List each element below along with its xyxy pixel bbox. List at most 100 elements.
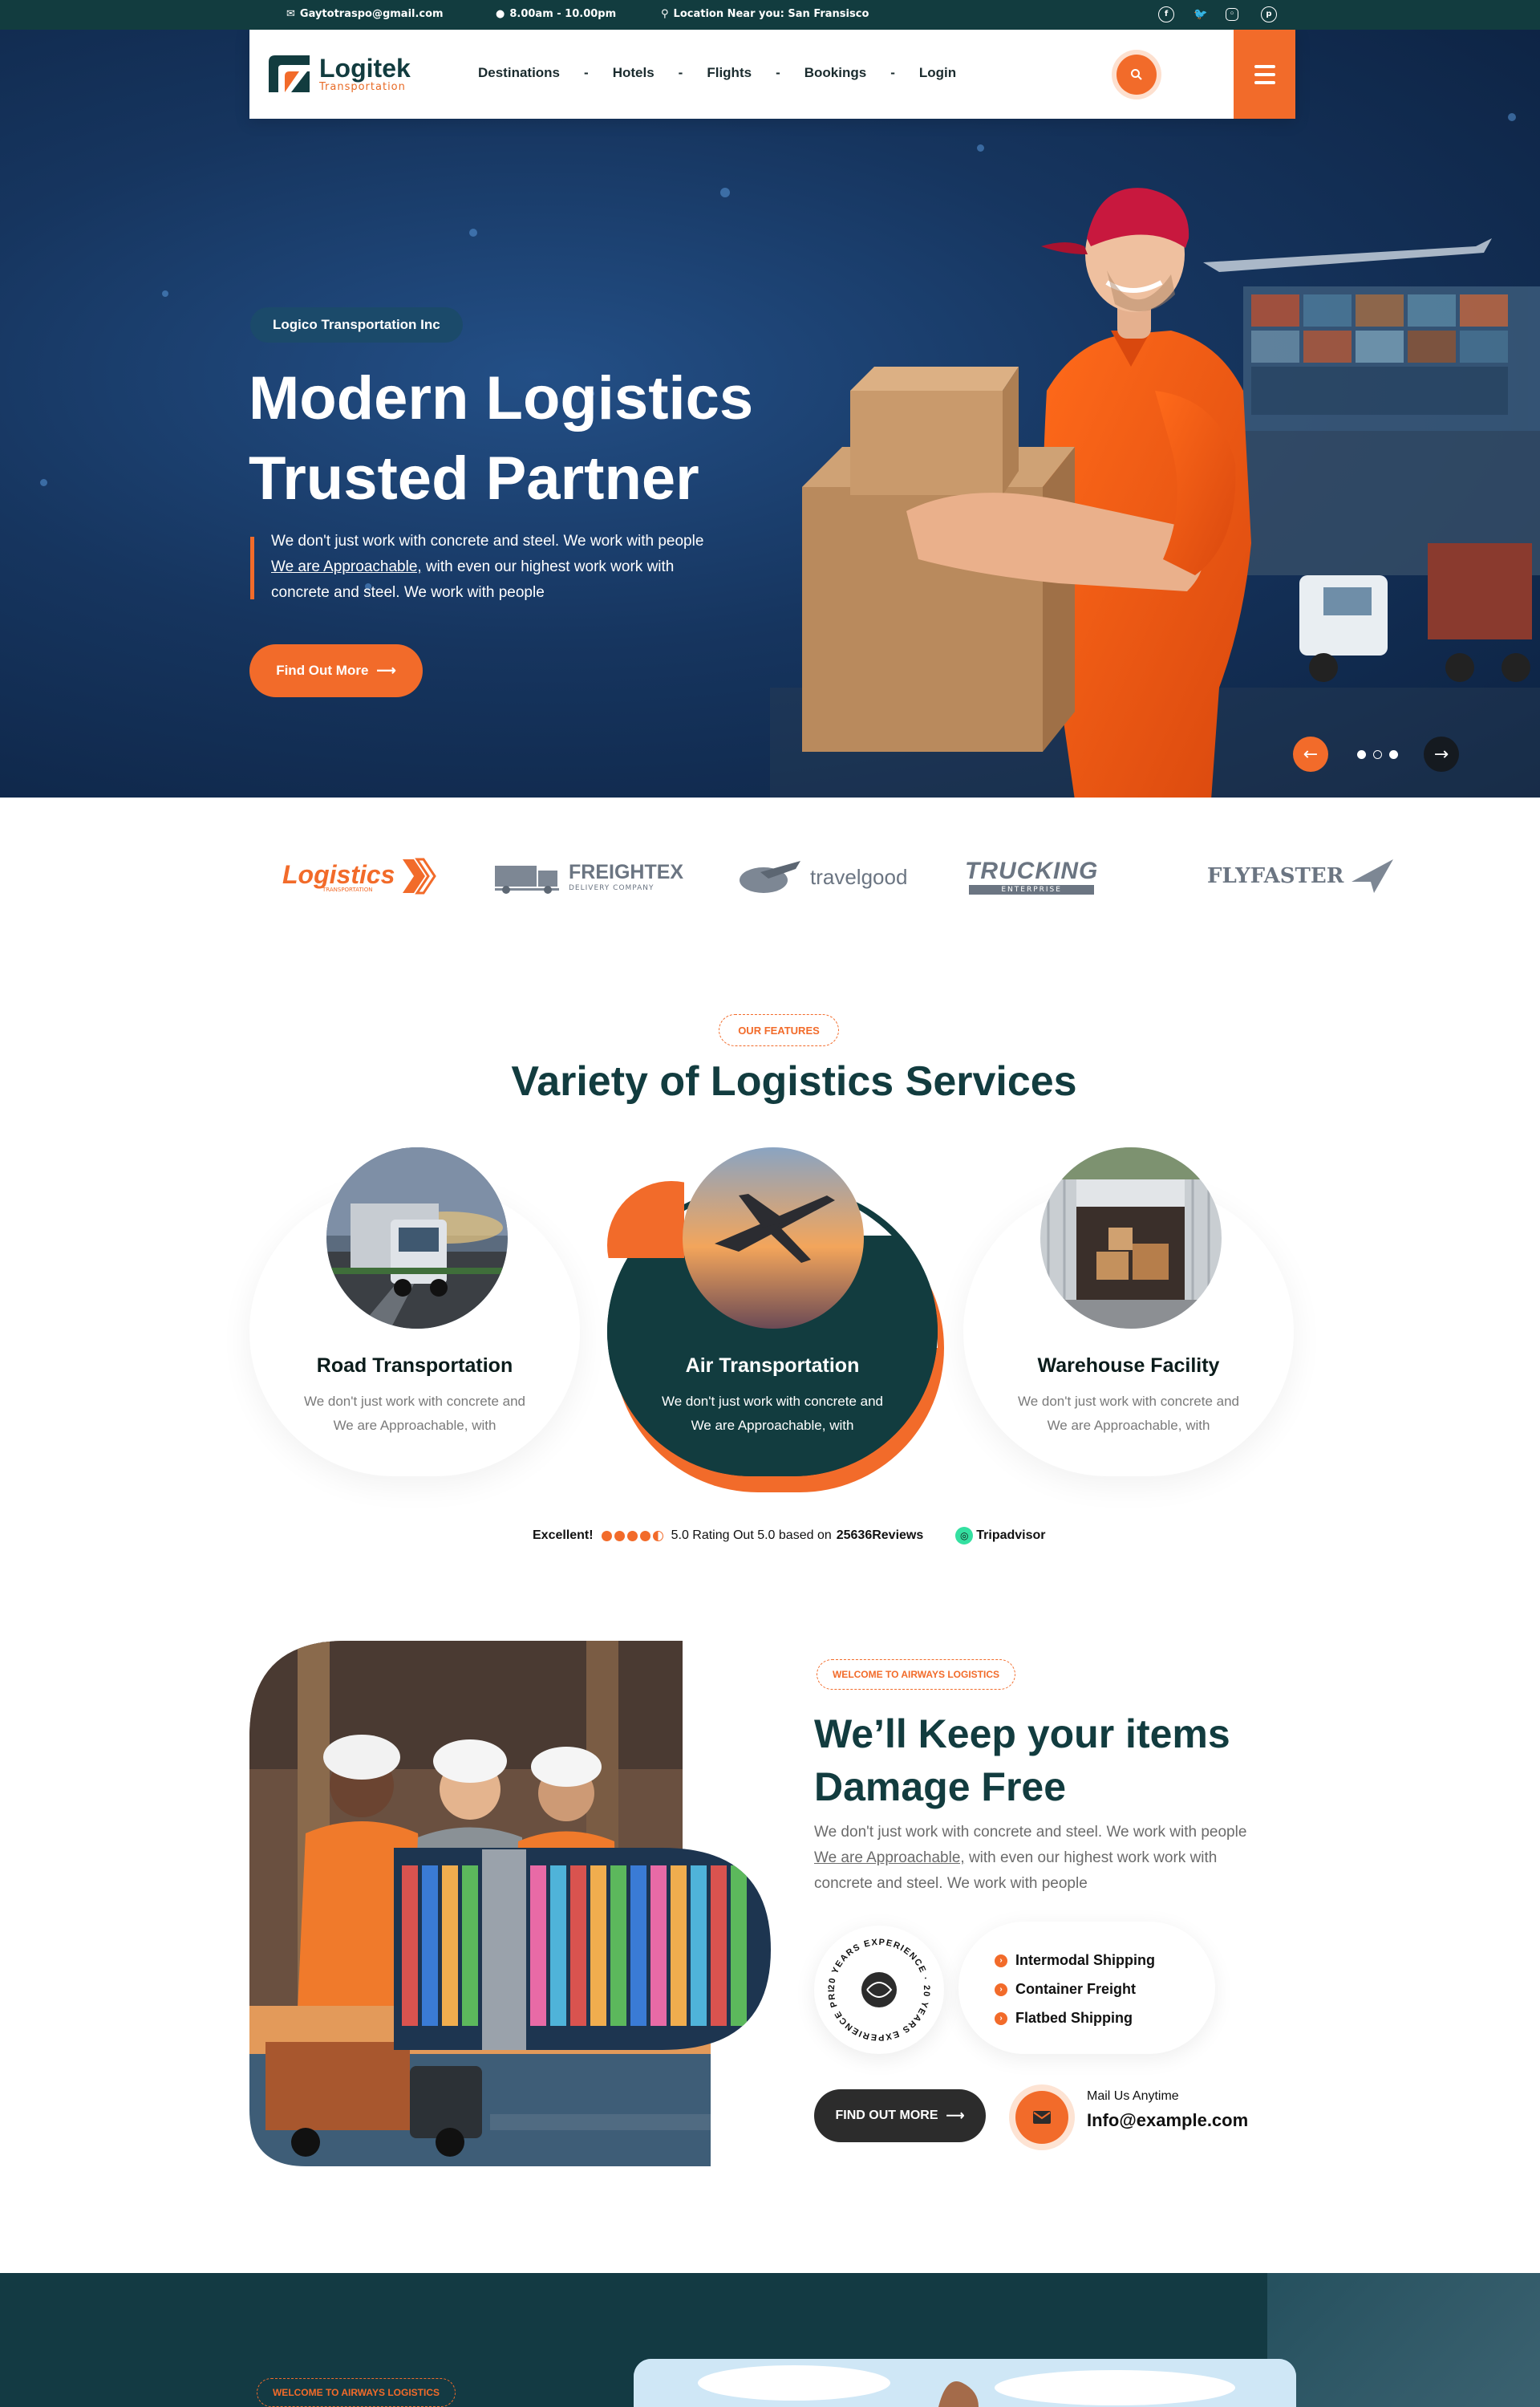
service-card-text: We don't just work with concrete and We … bbox=[963, 1390, 1294, 1438]
service-card-title: Air Transportation bbox=[685, 1354, 860, 1377]
brand-name: Logistics bbox=[282, 859, 395, 889]
features-title: Variety of Logistics Services bbox=[511, 1058, 1077, 1105]
brand-name: travelgood bbox=[810, 864, 908, 889]
twitter-icon[interactable]: 🐦 bbox=[1193, 6, 1209, 22]
star-icon bbox=[639, 1530, 650, 1541]
topbar-email[interactable]: ✉ Gaytotraspo@gmail.com bbox=[286, 8, 444, 20]
plane-globe-icon bbox=[740, 861, 800, 893]
find-out-more-button[interactable]: Find Out More ⟶ bbox=[249, 644, 423, 697]
check-icon: › bbox=[995, 2011, 1007, 2025]
hamburger-menu-button[interactable] bbox=[1234, 30, 1295, 119]
about-title-line1: We’ll Keep your items bbox=[814, 1711, 1230, 1756]
rating-count: 25636Reviews bbox=[836, 1528, 924, 1542]
hero-title-line2: Trusted Partner bbox=[249, 444, 699, 513]
about-desc-line1: We don't just work with concrete and ste… bbox=[814, 1824, 1247, 1841]
band-label: WELCOME TO AIRWAYS LOGISTICS bbox=[257, 2378, 456, 2407]
about-desc-link[interactable]: We are Approachable, bbox=[814, 1849, 965, 1866]
nav-item-login[interactable]: Login bbox=[919, 65, 956, 81]
service-card-text-line1: We don't just work with concrete and bbox=[1017, 1394, 1239, 1409]
brand-logo-flyfaster[interactable]: FLYFASTER bbox=[1207, 858, 1395, 895]
nav-item-hotels[interactable]: Hotels bbox=[613, 65, 654, 81]
mail-button[interactable] bbox=[1015, 2091, 1068, 2144]
nav-separator: - bbox=[776, 65, 780, 80]
paper-plane-icon bbox=[1352, 859, 1394, 893]
logo-mark-icon bbox=[269, 55, 310, 92]
list-item: › Flatbed Shipping bbox=[995, 2010, 1133, 2027]
air-transport-image bbox=[683, 1147, 864, 1329]
slider-next-button[interactable]: → bbox=[1424, 737, 1459, 772]
about-find-out-more-button[interactable]: FIND OUT MORE ⟶ bbox=[814, 2089, 986, 2142]
truck-icon bbox=[495, 866, 559, 894]
tripadvisor-name: Tripadvisor bbox=[976, 1528, 1046, 1542]
service-card-text-line1: We don't just work with concrete and bbox=[661, 1394, 883, 1409]
slider-dot[interactable] bbox=[1373, 750, 1382, 759]
site-logo[interactable]: Logitek Transportation bbox=[267, 54, 411, 94]
road-transport-image bbox=[326, 1147, 508, 1329]
about-desc-line3: concrete and steel. We work with people bbox=[814, 1875, 1088, 1892]
brand-logo-travelgood[interactable]: travelgood bbox=[736, 858, 907, 896]
hero-title-line1: Modern Logistics bbox=[249, 364, 754, 432]
search-icon bbox=[1131, 69, 1142, 80]
list-item: › Intermodal Shipping bbox=[995, 1952, 1155, 1969]
topbar-location-text: Location Near you: San Fransisco bbox=[673, 8, 869, 20]
slider-dot[interactable] bbox=[1357, 750, 1366, 759]
slider-dot-active[interactable] bbox=[1389, 750, 1398, 759]
rating-strip: Excellent! 5.0 Rating Out 5.0 based on 2… bbox=[533, 1527, 1046, 1544]
facebook-icon[interactable]: f bbox=[1158, 6, 1174, 22]
search-button[interactable] bbox=[1116, 55, 1157, 95]
topbar-location: ⚲ Location Near you: San Fransisco bbox=[661, 8, 869, 20]
hero-badge: Logico Transportation Inc bbox=[250, 307, 463, 343]
rating-stars bbox=[601, 1530, 663, 1541]
mail-icon: ✉ bbox=[286, 8, 295, 20]
list-item: › Container Freight bbox=[995, 1981, 1136, 1998]
nav-item-flights[interactable]: Flights bbox=[707, 65, 752, 81]
service-card-text-line2: We are Approachable, with bbox=[691, 1418, 854, 1433]
mail-address[interactable]: Info@example.com bbox=[1087, 2110, 1248, 2131]
pinterest-icon[interactable]: p bbox=[1261, 6, 1277, 22]
nav-menu: Destinations - Hotels - Flights - Bookings -… bbox=[478, 65, 956, 81]
brand-logo-trucking[interactable]: TRUCKING ENTERPRISE bbox=[965, 858, 1098, 895]
list-item-label: Flatbed Shipping bbox=[1015, 2010, 1133, 2026]
brand-logos-strip: Logistics TRANSPORTATION FREIGHTEX DELIV… bbox=[0, 798, 1540, 958]
top-bar: ✉ Gaytotraspo@gmail.com ● 8.00am - 10.00… bbox=[0, 0, 1540, 30]
about-description: We don't just work with concrete and ste… bbox=[814, 1820, 1295, 1897]
service-card-text: We don't just work with concrete and We … bbox=[249, 1390, 580, 1438]
hero-desc-line3: concrete and steel. We work with people bbox=[271, 584, 545, 601]
band-image bbox=[634, 2359, 1296, 2407]
about-title-line2: Damage Free bbox=[814, 1764, 1067, 1809]
service-card-text-line2: We are Approachable, with bbox=[333, 1418, 496, 1433]
tripadvisor-logo[interactable]: ◎ Tripadvisor bbox=[955, 1527, 1046, 1544]
logo-subtitle: Transportation bbox=[319, 80, 406, 93]
half-star-icon bbox=[652, 1530, 663, 1541]
nav-separator: - bbox=[584, 65, 589, 80]
hero-desc-link[interactable]: We are Approachable, bbox=[271, 558, 422, 575]
brand-logo-logistics[interactable]: Logistics TRANSPORTATION bbox=[282, 858, 437, 895]
about-button-label: FIND OUT MORE bbox=[835, 2109, 938, 2122]
envelope-icon bbox=[1033, 2111, 1051, 2124]
instagram-icon[interactable]: ◦ bbox=[1226, 8, 1238, 21]
nav-item-destinations[interactable]: Destinations bbox=[478, 65, 560, 81]
arrow-right-icon: → bbox=[1433, 744, 1449, 765]
list-item-label: Container Freight bbox=[1015, 1981, 1137, 1997]
service-card-text: We don't just work with concrete and We … bbox=[607, 1390, 938, 1438]
brand-name: TRUCKING bbox=[965, 858, 1099, 884]
brand-logo-freightex[interactable]: FREIGHTEX DELIVERY COMPANY bbox=[493, 858, 683, 895]
slider-prev-button[interactable]: ← bbox=[1293, 737, 1328, 772]
hero-section: Logitek Transportation Destinations - Hot… bbox=[0, 30, 1540, 798]
list-item-label: Intermodal Shipping bbox=[1015, 1952, 1155, 1968]
star-icon bbox=[614, 1530, 625, 1541]
hamburger-icon bbox=[1254, 64, 1275, 68]
logo-name: Logitek bbox=[319, 53, 411, 83]
about-image-collage bbox=[249, 1641, 771, 2166]
rating-text: 5.0 Rating Out 5.0 based on bbox=[671, 1528, 832, 1542]
topbar-hours: ● 8.00am - 10.00pm bbox=[496, 8, 616, 20]
rating-label: Excellent! bbox=[533, 1528, 594, 1542]
service-card-text-line2: We are Approachable, with bbox=[1047, 1418, 1210, 1433]
nav-item-bookings[interactable]: Bookings bbox=[804, 65, 866, 81]
brand-sub: ENTERPRISE bbox=[969, 885, 1094, 895]
brand-sub: DELIVERY COMPANY bbox=[569, 883, 654, 892]
check-icon: › bbox=[995, 1954, 1007, 1967]
hero-desc-line2: with even our highest work work with bbox=[421, 558, 675, 575]
band-photo-corner bbox=[1267, 2273, 1540, 2407]
mail-label: Mail Us Anytime bbox=[1087, 2089, 1179, 2103]
